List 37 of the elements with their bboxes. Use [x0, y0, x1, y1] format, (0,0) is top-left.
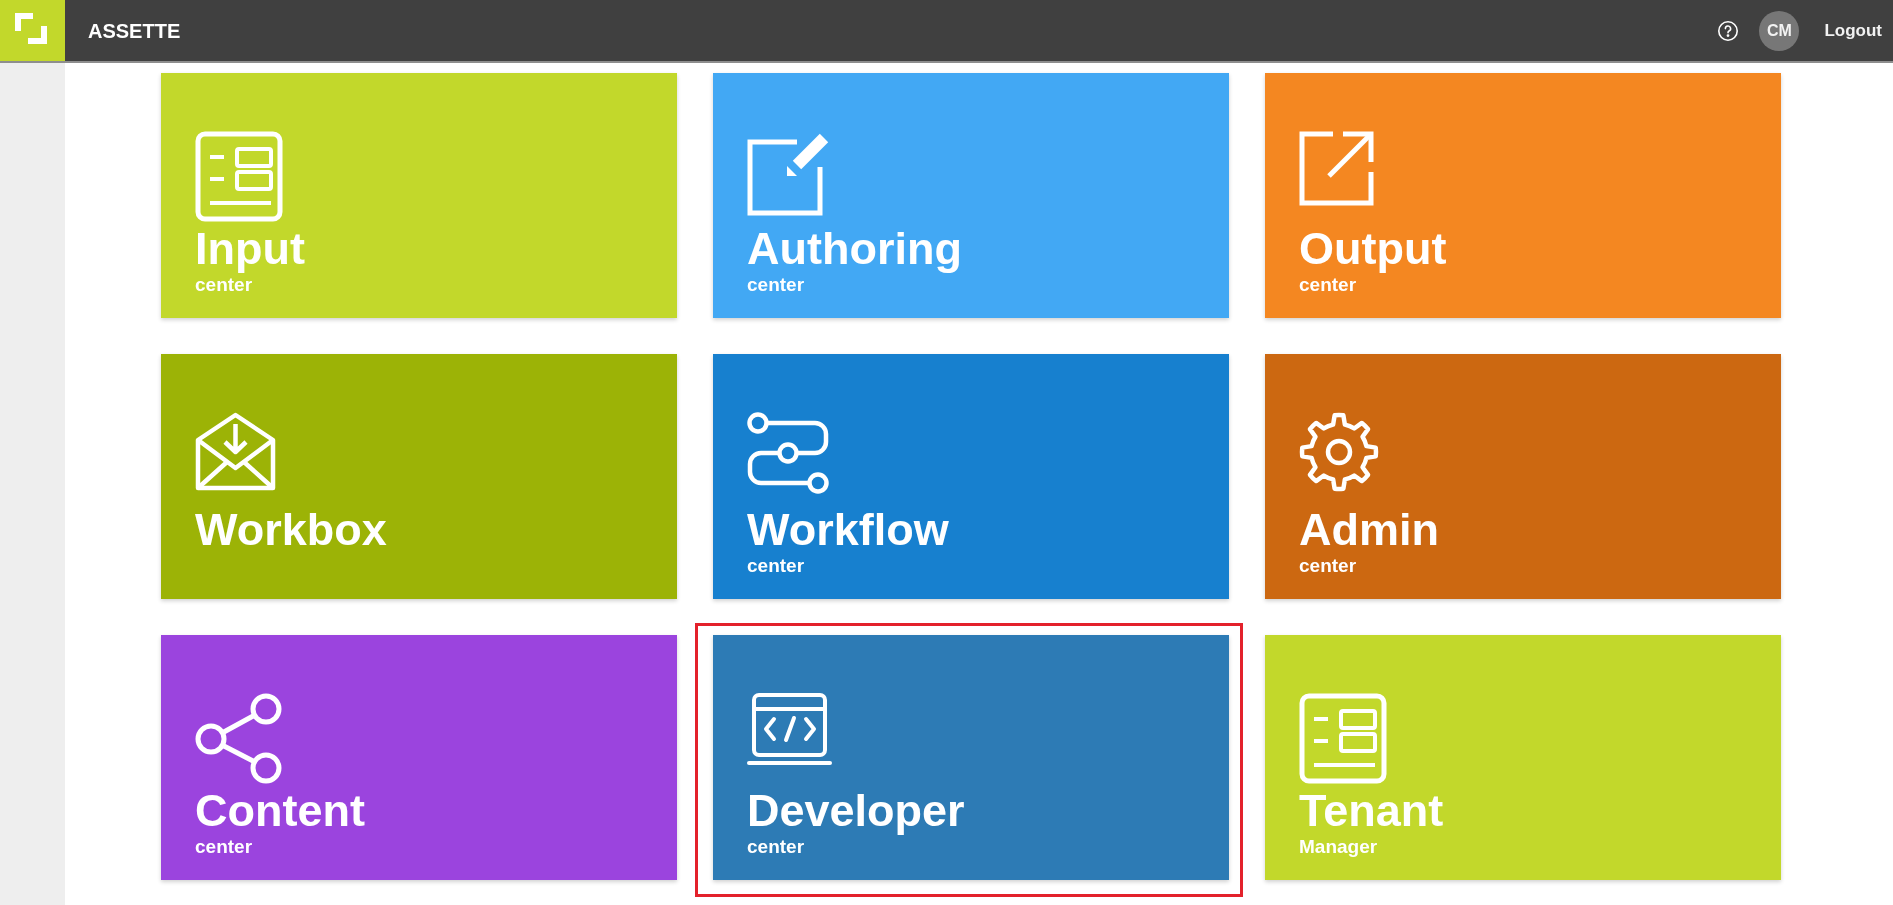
app-tile[interactable]: Admin center	[1265, 354, 1781, 599]
logout-link[interactable]: Logout	[1824, 19, 1882, 42]
app-tile[interactable]: Workbox	[161, 354, 677, 599]
tile-title: Workflow	[747, 508, 949, 552]
app-tile[interactable]: Content center	[161, 635, 677, 880]
external-link-icon	[1299, 131, 1374, 206]
tile-subtitle: center	[1299, 556, 1357, 576]
tile-title: Tenant	[1299, 789, 1444, 833]
code-laptop-icon	[747, 693, 832, 766]
tile-title: Output	[1299, 227, 1447, 271]
app-tile[interactable]: Workflow center	[713, 354, 1229, 599]
settings-icon	[1299, 412, 1379, 492]
tile-title: Admin	[1299, 508, 1439, 552]
mail-download-icon	[195, 412, 276, 491]
tile-subtitle: center	[747, 275, 805, 295]
app-tile[interactable]: Output center	[1265, 73, 1781, 318]
workflow-icon	[747, 412, 830, 494]
edit-icon	[747, 131, 831, 216]
tile-subtitle: center	[195, 837, 253, 857]
app-tile[interactable]: Developer center	[713, 635, 1229, 880]
app-tile[interactable]: Authoring center	[713, 73, 1229, 318]
form-icon	[1299, 693, 1387, 784]
tile-title: Content	[195, 789, 365, 833]
tile-subtitle: center	[747, 556, 805, 576]
tile-title: Authoring	[747, 227, 962, 271]
help-icon[interactable]	[1718, 20, 1739, 41]
tile-subtitle: Manager	[1299, 837, 1378, 857]
tile-subtitle: center	[195, 275, 253, 295]
tile-subtitle: center	[747, 837, 805, 857]
app-title: ASSETTE	[88, 18, 181, 43]
tile-subtitle: center	[1299, 275, 1357, 295]
share-icon	[195, 693, 282, 784]
tile-title: Developer	[747, 789, 965, 833]
tile-title: Input	[195, 227, 305, 271]
form-icon	[195, 131, 283, 222]
tile-title: Workbox	[195, 508, 387, 552]
user-avatar[interactable]: CM	[1759, 10, 1800, 51]
